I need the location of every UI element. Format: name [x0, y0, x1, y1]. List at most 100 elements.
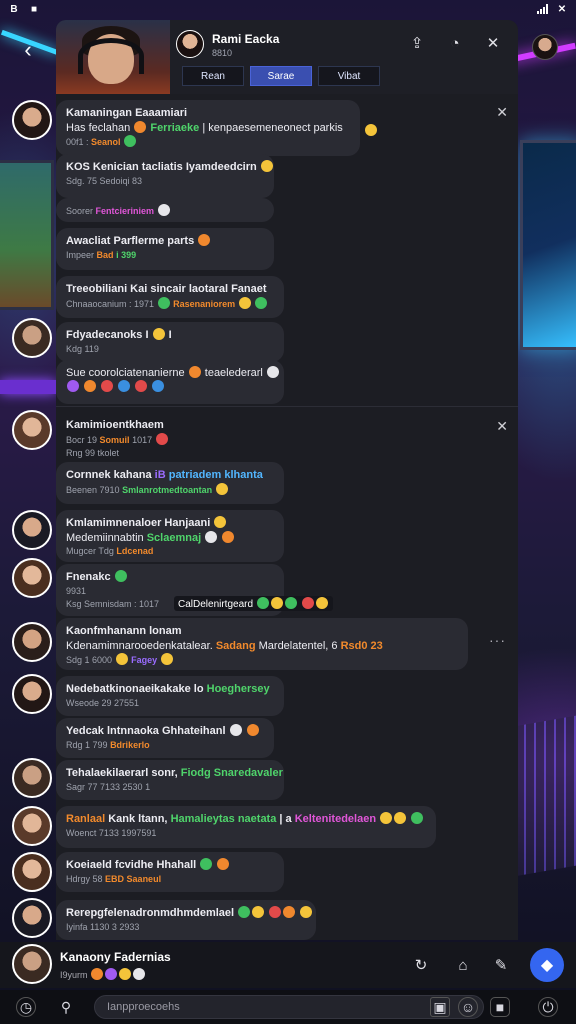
- header-title: Rami Eacka: [212, 32, 280, 46]
- edit-icon[interactable]: ✎: [490, 954, 512, 976]
- message-bubble[interactable]: Treeobiliani Kai sincair laotaral Fanaet…: [56, 276, 284, 318]
- avatar[interactable]: [12, 558, 52, 598]
- emoji-icon: [238, 906, 251, 918]
- emoji-icon: [205, 531, 218, 543]
- emoji-icon: [155, 433, 168, 445]
- message-meta-tag: i 399: [116, 250, 137, 260]
- image-icon[interactable]: ▣: [430, 997, 450, 1017]
- home-icon[interactable]: ⌂: [452, 954, 474, 976]
- emoji-icon: [157, 297, 170, 309]
- message-bubble[interactable]: Soorer Fentcieriniem: [56, 198, 274, 222]
- avatar[interactable]: [12, 622, 52, 662]
- refresh-icon[interactable]: ↻: [410, 954, 432, 976]
- avatar[interactable]: [12, 410, 52, 450]
- close-icon[interactable]: ✕: [496, 418, 508, 435]
- message-meta: Kdg 119: [66, 344, 99, 354]
- message-text: Sue coorolciatenanierne: [66, 367, 185, 379]
- emoji-icon: [135, 380, 148, 392]
- message-bubble[interactable]: Cornnek kahana iB patriadem klhanta Been…: [56, 462, 284, 504]
- message-meta: 00f1 :: [66, 137, 89, 147]
- close-icon[interactable]: ✕: [556, 3, 568, 15]
- header-avatar[interactable]: [176, 30, 204, 58]
- header-subtitle: 8810: [212, 48, 233, 58]
- emoji-icon: [124, 135, 137, 147]
- message-title: Yedcak lntnnaoka Ghhateihanl: [66, 725, 226, 737]
- message-meta: Sdg 1 6000: [66, 655, 113, 665]
- message-highlight: Sadang: [215, 640, 256, 652]
- message-highlight: Ferriaeke: [150, 122, 200, 134]
- chat-bubble-icon[interactable]: ◔: [446, 34, 464, 52]
- message-bubble[interactable]: Sue coorolciatenanierne teaelederarl: [56, 360, 284, 404]
- message-meta-tag: Seanol: [91, 137, 121, 147]
- avatar[interactable]: [12, 944, 52, 984]
- message-bubble[interactable]: Ranlaal Kank ltann, Hamalieytas naetata …: [56, 806, 436, 848]
- message-input[interactable]: [94, 995, 484, 1019]
- tab-sarae[interactable]: Sarae: [250, 66, 312, 86]
- message-meta: Woenct 7133 1997591: [66, 828, 157, 838]
- avatar[interactable]: [12, 898, 52, 938]
- message-bubble[interactable]: Rerepgfelenadronmdhmdemlael Iyinfa 1130 …: [56, 900, 316, 940]
- emoji-icon: [269, 906, 282, 918]
- back-button[interactable]: ‹: [14, 36, 42, 64]
- message-meta: Iyinfa 1130 3 2933: [66, 922, 140, 932]
- emoji-icon: [260, 160, 273, 172]
- message-meta: Impeer: [66, 250, 95, 260]
- diamond-action-button[interactable]: ◆: [530, 948, 564, 982]
- message-bubble[interactable]: Awacliat Parflerme parts Impeer Bad i 39…: [56, 228, 274, 270]
- message-highlight: patriadem klhanta: [168, 469, 263, 481]
- emoji-icon: [198, 234, 211, 246]
- emoji-icon: [133, 968, 146, 980]
- message-highlight: Rsd0 23: [340, 640, 383, 652]
- close-icon[interactable]: ✕: [484, 34, 502, 52]
- avatar[interactable]: [12, 806, 52, 846]
- reaction-emoji-icon[interactable]: [365, 124, 377, 136]
- message-bubble[interactable]: Yedcak lntnnaoka Ghhateihanl Rdg 1 799 B…: [56, 718, 274, 758]
- emoji-icon: [188, 366, 201, 378]
- header-tabs: Rean Sarae Vibat: [182, 66, 380, 86]
- current-user-name: Kanaony Fadernias: [60, 950, 171, 964]
- message-bubble[interactable]: Kmlamimnenaloer Hanjaani Medemiinnabtin …: [56, 510, 284, 562]
- emoji-icon[interactable]: ☺: [458, 997, 478, 1017]
- power-icon[interactable]: ⏻: [538, 997, 558, 1017]
- emoji-icon: [380, 812, 393, 824]
- emoji-icon: [256, 597, 269, 609]
- profile-avatar[interactable]: [532, 34, 558, 60]
- clock-icon[interactable]: ◷: [16, 997, 36, 1017]
- neon-shelf: [0, 380, 56, 394]
- close-icon[interactable]: ✕: [496, 104, 508, 121]
- avatar[interactable]: [12, 318, 52, 358]
- emoji-icon: [283, 906, 296, 918]
- message-highlight: Fentcieriniem: [95, 206, 155, 216]
- message-text: Medemiinnabtin: [66, 532, 144, 544]
- message-bubble[interactable]: Fdyadecanoks I I Kdg 119: [56, 322, 284, 362]
- tab-rean[interactable]: Rean: [182, 66, 244, 86]
- message-bubble[interactable]: KOS Kenician tacliatis Iyamdeedcirn Sdg.…: [56, 154, 274, 198]
- message-bubble[interactable]: Nedebatkinonaeikakake lo Hoeghersey Wseo…: [56, 676, 284, 716]
- message-text: Has feclahan: [66, 122, 131, 134]
- avatar[interactable]: [12, 758, 52, 798]
- background-monitor-right: [520, 140, 576, 350]
- emoji-icon: [214, 516, 227, 528]
- more-options-icon[interactable]: ···: [489, 632, 506, 648]
- emoji-icon: [105, 968, 118, 980]
- message-text: Mardelatentel, 6: [258, 640, 338, 652]
- message-bubble[interactable]: Koeiaeld fcvidhe Hhahall Hdrgy 58 EBD Sa…: [56, 852, 284, 892]
- tab-vibat[interactable]: Vibat: [318, 66, 380, 86]
- avatar[interactable]: [12, 100, 52, 140]
- message-bubble[interactable]: Tehalaekilaerarl sonr, Fiodg Snaredavale…: [56, 760, 284, 800]
- message-title: Kamaningan Eaaamiari: [66, 107, 188, 119]
- avatar[interactable]: [12, 510, 52, 550]
- message-title: Fdyadecanoks I: [66, 329, 149, 341]
- section-divider: [56, 406, 518, 407]
- avatar[interactable]: [12, 674, 52, 714]
- message-highlight: Fiodg Snaredavaler: [180, 767, 283, 779]
- attach-icon[interactable]: ⚲: [56, 997, 76, 1017]
- message-bubble[interactable]: Kamaningan Eaaamiari Has feclahan Ferria…: [56, 100, 360, 156]
- message-meta: Beenen 7910: [66, 485, 120, 495]
- share-icon[interactable]: ⇪: [408, 34, 426, 52]
- message-bubble[interactable]: Kaonfmhanann lonam Kdenamimnarooedenkata…: [56, 618, 468, 670]
- avatar[interactable]: [12, 852, 52, 892]
- message-meta-tag: Smlanrotmedtoantan: [122, 485, 213, 495]
- stop-icon[interactable]: ■: [490, 997, 510, 1017]
- message-meta: Bocr 19: [66, 435, 98, 445]
